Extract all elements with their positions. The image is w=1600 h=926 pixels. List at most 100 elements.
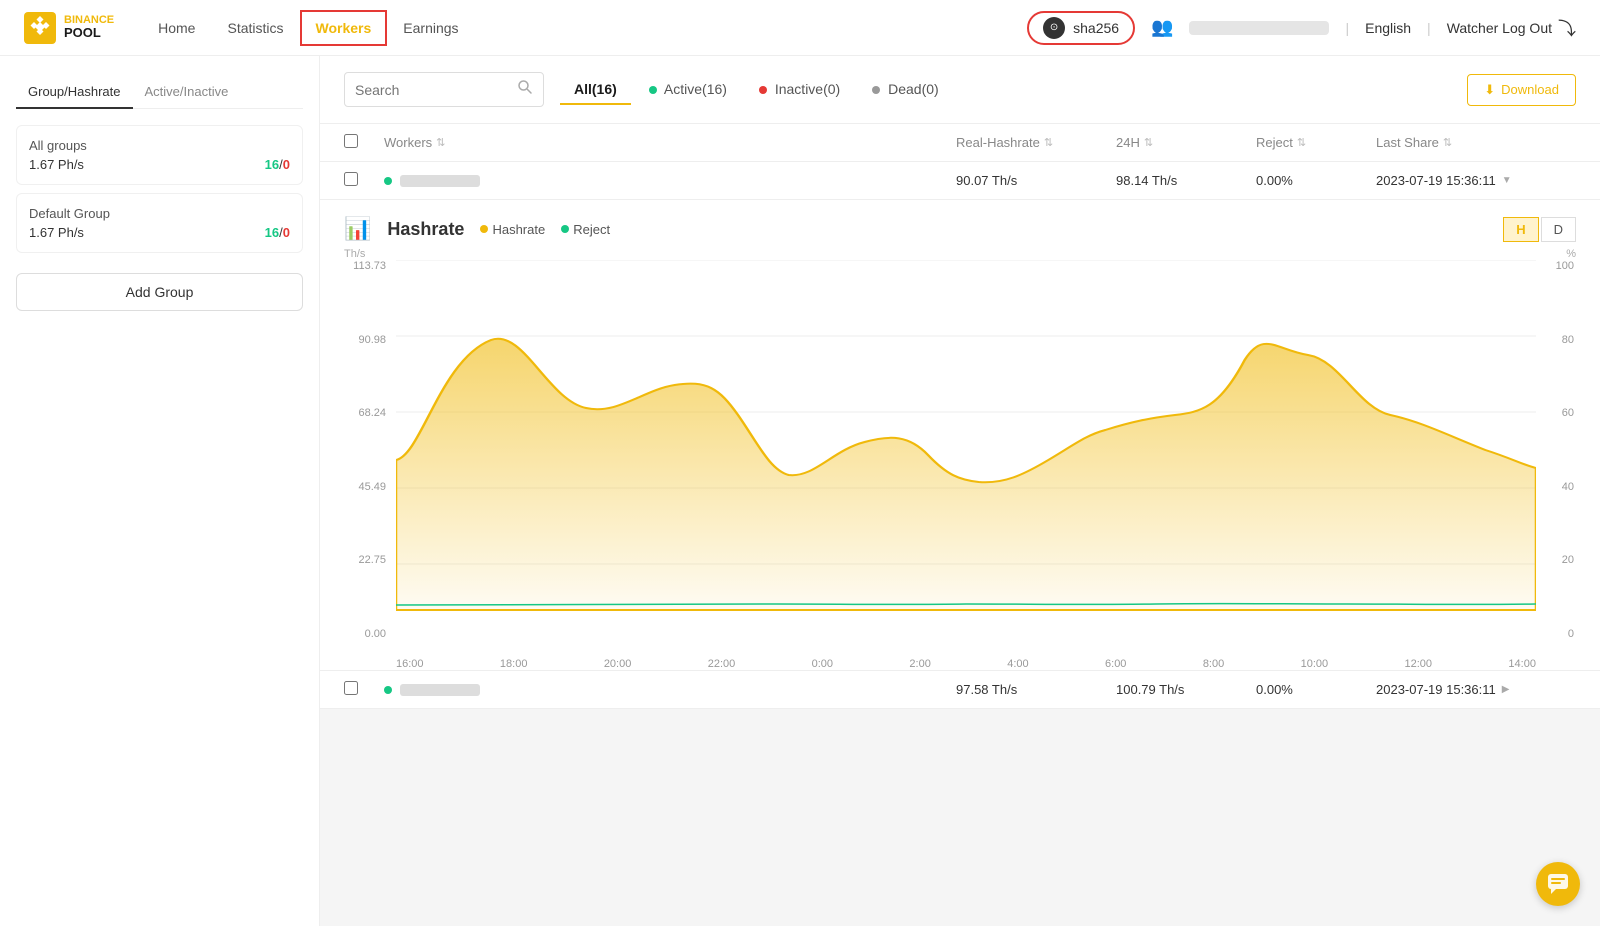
filter-tab-inactive[interactable]: Inactive(0) <box>745 75 854 105</box>
row2-worker-name <box>384 684 956 696</box>
sha-label: sha256 <box>1073 20 1119 36</box>
y-unit-left: Th/s <box>344 248 365 260</box>
nav-earnings[interactable]: Earnings <box>391 14 470 42</box>
row2-24h: 100.79 Th/s <box>1116 682 1256 697</box>
row2-worker-blurred <box>400 684 480 696</box>
sidebar-tab-group-hashrate[interactable]: Group/Hashrate <box>16 76 133 109</box>
chat-fab-button[interactable] <box>1536 862 1580 906</box>
sort-hashrate-icon: ⇅ <box>1044 136 1053 149</box>
sidebar-all-inactive-count: 0 <box>283 157 290 172</box>
row1-select[interactable] <box>344 172 358 186</box>
y-label-right-1: 80 <box>1540 334 1574 346</box>
table-col-workers[interactable]: Workers ⇅ <box>384 135 956 150</box>
x-label-6: 4:00 <box>1007 658 1028 670</box>
table-row-2: 97.58 Th/s 100.79 Th/s 0.00% 2023-07-19 … <box>320 671 1600 709</box>
table-header: Workers ⇅ Real-Hashrate ⇅ 24H ⇅ Reject ⇅… <box>320 124 1600 162</box>
y-label-left-4: 22.75 <box>344 554 386 566</box>
chart-title: Hashrate <box>387 219 464 240</box>
row1-last-share: 2023-07-19 15:36:11 ▼ <box>1376 173 1576 188</box>
main-content: All(16) Active(16) Inactive(0) Dead(0) ⬇… <box>320 56 1600 926</box>
sidebar-tab-active-inactive[interactable]: Active/Inactive <box>133 76 241 109</box>
watcher-logout-label: Watcher Log Out <box>1447 20 1552 36</box>
row1-worker-name <box>384 175 956 187</box>
x-label-11: 14:00 <box>1508 658 1536 670</box>
y-label-left-5: 0.00 <box>344 628 386 640</box>
y-label-right-5: 0 <box>1540 628 1574 640</box>
row2-expand-icon[interactable]: ▶ <box>1502 684 1510 695</box>
users-icon[interactable]: 👥 <box>1151 17 1173 38</box>
sidebar-default-inactive-count: 0 <box>283 225 290 240</box>
chart-btn-h[interactable]: H <box>1503 217 1538 242</box>
filter-tab-dead[interactable]: Dead(0) <box>858 75 952 105</box>
language-selector[interactable]: English <box>1365 20 1411 36</box>
x-label-7: 6:00 <box>1105 658 1126 670</box>
row1-reject: 0.00% <box>1256 173 1376 188</box>
hashrate-chart-svg <box>396 260 1536 640</box>
row2-status-dot <box>384 686 392 694</box>
nav-workers[interactable]: Workers <box>304 14 384 42</box>
toolbar: All(16) Active(16) Inactive(0) Dead(0) ⬇… <box>320 56 1600 124</box>
row2-select[interactable] <box>344 681 358 695</box>
add-group-button[interactable]: Add Group <box>16 273 303 311</box>
filter-tabs: All(16) Active(16) Inactive(0) Dead(0) <box>560 75 953 105</box>
sort-workers-icon: ⇅ <box>436 136 445 149</box>
header-right: ⊙ sha256 👥 | English | Watcher Log Out ⤵ <box>1027 11 1576 45</box>
chart-header: 📊 Hashrate Hashrate Reject H <box>344 216 1576 242</box>
row1-status-dot <box>384 177 392 185</box>
download-button[interactable]: ⬇ Download <box>1467 74 1576 106</box>
legend-reject: Reject <box>561 222 610 237</box>
filter-tab-all[interactable]: All(16) <box>560 75 631 105</box>
sort-reject-icon: ⇅ <box>1297 136 1306 149</box>
sidebar-group-default-name: Default Group <box>29 206 290 221</box>
layout: Group/Hashrate Active/Inactive All group… <box>0 56 1600 926</box>
select-all-checkbox[interactable] <box>344 134 358 148</box>
chart-icon: 📊 <box>344 216 371 242</box>
nav-statistics[interactable]: Statistics <box>215 14 295 42</box>
y-label-right-0: 100 <box>1540 260 1574 272</box>
dead-dot <box>872 86 880 94</box>
sidebar-group-all: All groups 1.67 Ph/s 16/0 <box>16 125 303 185</box>
row2-last-share: 2023-07-19 15:36:11 ▶ <box>1376 682 1576 697</box>
binance-logo-icon <box>24 12 56 44</box>
chart-legend: Hashrate Reject <box>480 222 610 237</box>
account-name-blurred <box>1189 21 1329 35</box>
table-col-real-hashrate[interactable]: Real-Hashrate ⇅ <box>956 135 1116 150</box>
sidebar-all-active-count: 16 <box>265 157 279 172</box>
chart-btn-d[interactable]: D <box>1541 217 1576 242</box>
table-col-reject[interactable]: Reject ⇅ <box>1256 135 1376 150</box>
y-label-left-3: 45.49 <box>344 481 386 493</box>
chat-icon <box>1547 873 1569 895</box>
table-col-last-share[interactable]: Last Share ⇅ <box>1376 135 1576 150</box>
x-label-4: 0:00 <box>812 658 833 670</box>
x-label-8: 8:00 <box>1203 658 1224 670</box>
sidebar: Group/Hashrate Active/Inactive All group… <box>0 56 320 926</box>
sha-badge[interactable]: ⊙ sha256 <box>1027 11 1135 45</box>
row1-expand-icon[interactable]: ▼ <box>1502 175 1512 186</box>
sidebar-group-default-hashrate: 1.67 Ph/s 16/0 <box>29 225 290 240</box>
table-col-24h[interactable]: 24H ⇅ <box>1116 135 1256 150</box>
sidebar-group-all-hashrate: 1.67 Ph/s 16/0 <box>29 157 290 172</box>
sort-last-share-icon: ⇅ <box>1443 136 1452 149</box>
filter-tab-active[interactable]: Active(16) <box>635 75 741 105</box>
nav-home[interactable]: Home <box>146 14 207 42</box>
workers-table: Workers ⇅ Real-Hashrate ⇅ 24H ⇅ Reject ⇅… <box>320 124 1600 709</box>
chart-wrapper: 113.73 90.98 68.24 45.49 22.75 0.00 Th/s… <box>344 250 1576 670</box>
row2-checkbox <box>344 681 384 698</box>
row1-checkbox <box>344 172 384 189</box>
sha-icon: ⊙ <box>1043 17 1065 39</box>
search-input[interactable] <box>355 82 511 98</box>
x-label-9: 10:00 <box>1301 658 1329 670</box>
legend-hashrate: Hashrate <box>480 222 545 237</box>
active-dot <box>649 86 657 94</box>
sidebar-default-active-count: 16 <box>265 225 279 240</box>
y-label-right-2: 60 <box>1540 407 1574 419</box>
header: BINANCE POOL Home Statistics Workers Ear… <box>0 0 1600 56</box>
watcher-logout-button[interactable]: Watcher Log Out ⤵ <box>1447 15 1576 41</box>
table-row: 90.07 Th/s 98.14 Th/s 0.00% 2023-07-19 1… <box>320 162 1600 200</box>
x-label-2: 20:00 <box>604 658 632 670</box>
row1-worker-blurred <box>400 175 480 187</box>
sort-24h-icon: ⇅ <box>1144 136 1153 149</box>
search-box <box>344 72 544 107</box>
y-label-left-1: 90.98 <box>344 334 386 346</box>
legend-hashrate-dot <box>480 225 488 233</box>
